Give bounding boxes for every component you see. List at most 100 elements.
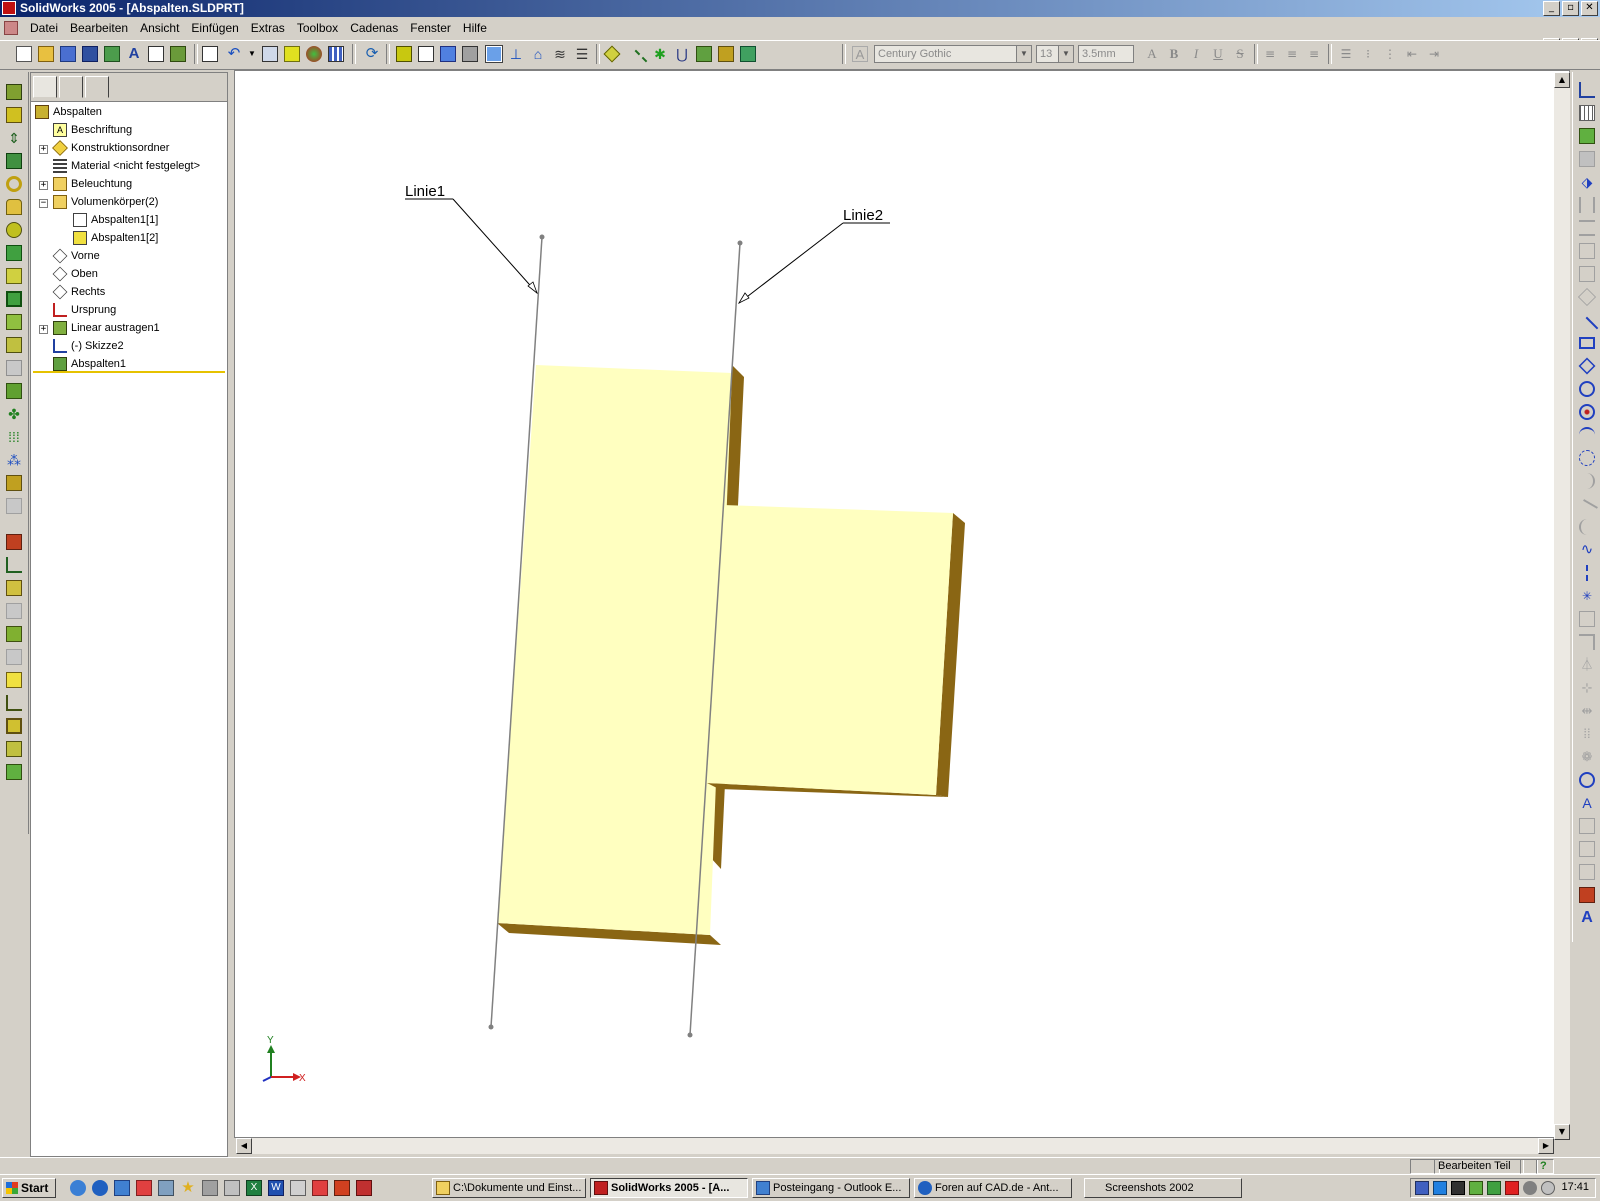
explorer-icon[interactable] [158, 1180, 174, 1196]
undo-dropdown-icon[interactable]: ▼ [244, 46, 260, 62]
chamfer-icon[interactable] [6, 245, 22, 261]
draft-icon[interactable] [6, 314, 22, 330]
font-size-select[interactable]: 13 ▼ [1036, 45, 1074, 63]
clock-tray-icon[interactable] [1541, 1181, 1555, 1195]
tray-app-icon[interactable] [1487, 1181, 1501, 1195]
decrease-indent-icon[interactable]: ⇤ [1404, 46, 1420, 62]
text-tool-icon[interactable]: A [126, 46, 142, 62]
tree-item-body-2[interactable]: Abspalten1[2] [73, 229, 158, 247]
save-icon[interactable] [82, 46, 98, 62]
linear-pattern-icon[interactable] [6, 383, 22, 399]
mass-properties-icon[interactable] [6, 718, 22, 734]
revolve-boss-icon[interactable] [6, 107, 22, 123]
chevron-down-icon[interactable]: ▼ [1016, 46, 1031, 62]
revolved-cut-icon[interactable] [6, 199, 22, 215]
collapse-toggle[interactable]: − [39, 199, 48, 208]
network-icon[interactable] [202, 1180, 218, 1196]
tab-property-manager[interactable] [59, 76, 83, 98]
tray-app-icon[interactable] [1469, 1181, 1483, 1195]
view-settings-icon[interactable]: ☰ [574, 46, 590, 62]
bold-button[interactable]: B [1166, 46, 1182, 62]
tree-item-part[interactable]: Abspalten [35, 103, 102, 121]
menu-toolbox[interactable]: Toolbox [291, 21, 344, 35]
italic-button[interactable]: I [1188, 46, 1204, 62]
properties-icon[interactable] [148, 46, 164, 62]
start-button[interactable]: Start [2, 1178, 56, 1198]
tree-item-material[interactable]: Material <nicht festgelegt> [53, 157, 200, 175]
align-right-icon[interactable]: ≡ [1306, 46, 1322, 62]
line-tool-icon[interactable] [1575, 316, 1599, 340]
text-tool-icon[interactable]: A [1579, 910, 1595, 926]
make-drawing-icon[interactable] [60, 46, 76, 62]
menu-bearbeiten[interactable]: Bearbeiten [64, 21, 134, 35]
shell-icon[interactable] [6, 291, 22, 307]
favorites-icon[interactable]: ★ [180, 1180, 196, 1196]
traffic-light-icon[interactable] [306, 46, 322, 62]
rollback-bar[interactable] [33, 371, 225, 373]
word-icon[interactable]: W [268, 1180, 284, 1196]
menu-fenster[interactable]: Fenster [404, 21, 457, 35]
callout-label-2[interactable]: Linie2 [843, 207, 883, 224]
close-button[interactable]: ✕ [1581, 1, 1598, 16]
clock[interactable]: 17:41 [1561, 1181, 1589, 1193]
tree-item-oben[interactable]: Oben [52, 265, 98, 283]
antivirus-icon[interactable] [1505, 1181, 1519, 1195]
edrawings-icon[interactable] [356, 1180, 372, 1196]
curve-tool-icon[interactable] [718, 46, 734, 62]
tree-item-beschriftung[interactable]: A Beschriftung [53, 121, 132, 139]
toolbox-icon[interactable] [170, 46, 186, 62]
sketch-text-icon[interactable]: A [1579, 795, 1595, 811]
tree-item-skizze2[interactable]: (-) Skizze2 [53, 337, 124, 355]
3-point-arc-icon[interactable] [1579, 450, 1595, 466]
wireframe-icon[interactable] [418, 46, 434, 62]
keyboard-icon[interactable] [1451, 1181, 1465, 1195]
3d-sketch-icon[interactable] [6, 534, 22, 550]
monitor-icon[interactable] [1415, 1181, 1429, 1195]
body-2-front-face[interactable] [707, 505, 953, 795]
task-outlook[interactable]: Posteingang - Outlook E... [752, 1178, 910, 1198]
numbering-icon[interactable]: ⋮ [1382, 46, 1398, 62]
line-endpoint[interactable] [539, 234, 545, 240]
reference-geometry-icon[interactable] [6, 557, 22, 573]
section-properties-icon[interactable] [6, 741, 22, 757]
document-icon[interactable] [4, 21, 18, 35]
sketch-icon[interactable] [1579, 82, 1595, 98]
acrobat-icon[interactable] [136, 1180, 152, 1196]
section-view-icon[interactable]: ⊥ [508, 46, 524, 62]
perspective-icon[interactable]: ⌂ [530, 46, 546, 62]
rib-icon[interactable] [6, 268, 22, 284]
task-explorer[interactable]: C:\Dokumente und Einst... [432, 1178, 586, 1198]
fillet-icon[interactable] [6, 222, 22, 238]
mirror-icon[interactable] [6, 475, 22, 491]
axis-tool-icon[interactable] [624, 49, 648, 73]
outlook-express-icon[interactable] [114, 1180, 130, 1196]
graphics-area[interactable]: Linie1 Linie2 Y X [234, 70, 1570, 1138]
rebuild-icon[interactable] [284, 46, 300, 62]
smart-dimension-icon[interactable] [1579, 128, 1595, 144]
split-part-icon[interactable] [6, 626, 22, 642]
line-endpoint[interactable] [737, 240, 743, 246]
task-solidworks[interactable]: SolidWorks 2005 - [A... [590, 1178, 748, 1198]
volume-icon[interactable] [1523, 1181, 1537, 1195]
callout-label-1[interactable]: Linie1 [405, 183, 445, 200]
circular-pattern-icon[interactable]: ✤ [6, 406, 22, 422]
loft-icon[interactable] [6, 153, 22, 169]
align-left-icon[interactable]: ≡ [1262, 46, 1278, 62]
circle-tool-icon[interactable] [1579, 381, 1595, 397]
open-file-icon[interactable] [38, 46, 54, 62]
tab-configuration-manager[interactable] [85, 76, 109, 98]
tree-item-ursprung[interactable]: Ursprung [53, 301, 116, 319]
view-orientation-icon[interactable] [396, 46, 412, 62]
sweep-icon[interactable]: ⇕ [6, 130, 22, 146]
line-endpoint[interactable] [488, 1024, 494, 1030]
mate-reference-icon[interactable] [696, 46, 712, 62]
line-endpoint[interactable] [687, 1032, 693, 1038]
shaded-icon[interactable] [485, 45, 503, 63]
sketch-driven-pattern-icon[interactable]: ⁂ [6, 452, 22, 468]
task-browser[interactable]: Foren auf CAD.de - Ant... [914, 1178, 1072, 1198]
internet-explorer-icon[interactable] [92, 1180, 108, 1196]
help-icon[interactable]: ? [1536, 1159, 1554, 1174]
network-icon[interactable] [1433, 1181, 1447, 1195]
horizontal-scrollbar[interactable]: ◀ ▶ [236, 1138, 1554, 1154]
tree-item-volumenkoerper[interactable]: Volumenkörper(2) [53, 193, 158, 211]
